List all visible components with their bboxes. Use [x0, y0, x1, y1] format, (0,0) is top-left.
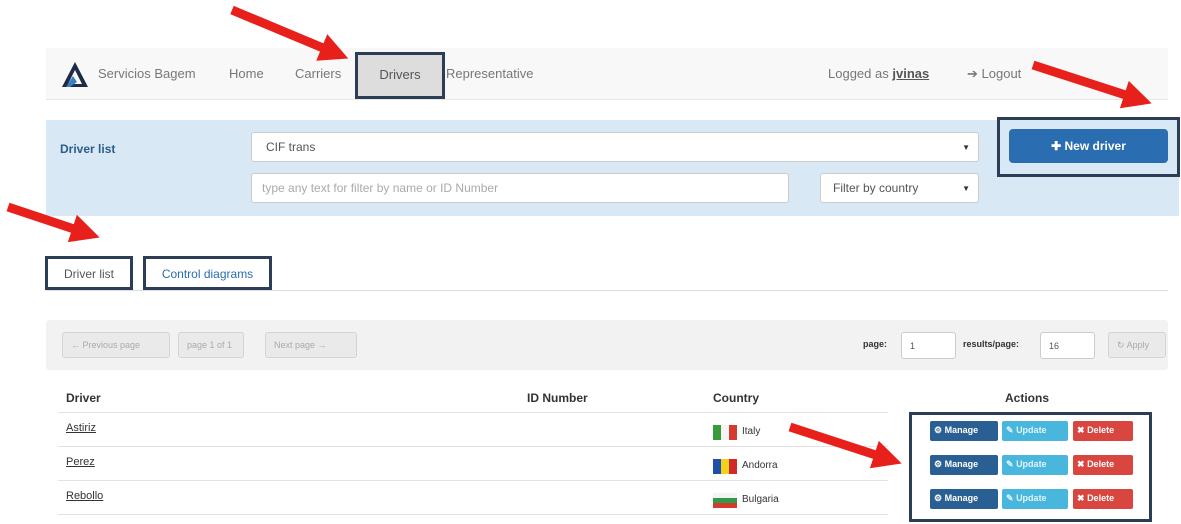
annotation-arrows [6, 5, 1152, 469]
annotation-arrow-icon [230, 5, 349, 61]
annotation-arrow-icon [788, 422, 902, 469]
annotation-arrow-icon [1031, 60, 1152, 109]
annotation-arrow-icon [6, 202, 100, 243]
